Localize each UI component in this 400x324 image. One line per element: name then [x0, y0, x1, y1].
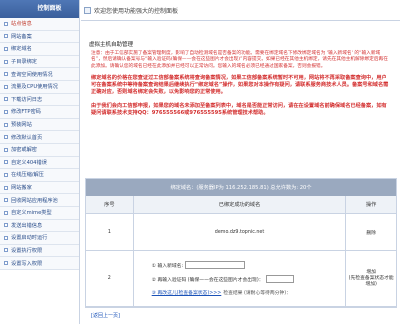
sidebar-item[interactable]: 自定义mime类型 — [0, 206, 79, 220]
menu-bullet-icon — [4, 235, 8, 240]
new-domain-field-row: ① 输入新域名: — [151, 261, 246, 269]
sidebar-item-label: 网站备案 — [11, 33, 32, 40]
menu-bullet-icon — [4, 21, 8, 26]
section-title: 虚拟主机自助管理 — [89, 42, 134, 48]
menu-bullet-icon — [4, 198, 8, 203]
menu-bullet-icon — [4, 210, 8, 215]
sidebar-item[interactable]: 设置启动时运行 — [0, 232, 79, 245]
menu-bullet-icon — [4, 109, 8, 114]
menu-bullet-icon — [4, 97, 8, 102]
sidebar-item-label: 查询空间使用情况 — [11, 71, 53, 78]
sidebar-item-label: 回收网站应用程序池 — [11, 197, 58, 204]
main-content: 虚拟主机自助管理 注意：由于工信部实施了备案管理制度，影响了自动检测域名是否备案… — [83, 22, 397, 322]
sidebar-item-label: 预装网站 — [11, 122, 32, 129]
table-column-row: 序号 已绑定成功的域名 操作 — [86, 196, 396, 214]
sidebar-item[interactable]: 下载访问日志 — [0, 93, 79, 107]
sidebar-item[interactable]: 预装网站 — [0, 118, 79, 132]
row-domain: demo.dz9.topnic.net — [134, 214, 347, 250]
sidebar-item[interactable]: 在线压缩/解压 — [0, 169, 79, 182]
menu-bullet-icon — [4, 59, 8, 64]
column-index: 序号 — [86, 196, 134, 213]
menu-bullet-icon — [4, 122, 8, 127]
sidebar-item[interactable]: 自定义404错误 — [0, 156, 79, 170]
sidebar-item-label: 流量及CPU使用情况 — [11, 84, 58, 91]
menu-bullet-icon — [4, 34, 8, 39]
sidebar-item-label: 子目录绑定 — [11, 59, 37, 66]
captcha-input[interactable] — [265, 275, 294, 283]
sidebar-item-label: 修改默认首页 — [11, 134, 43, 141]
check-field-row: ③ 再改这儿(检查备案状态)>>> 检查结果 (请耐心等待两分钟)： — [152, 289, 291, 296]
sidebar-item[interactable]: 加密或解密 — [0, 143, 79, 157]
domain-table: 绑定域名：(服务器IP为 116.252.185.81) 总允许数为: 20个 … — [85, 178, 397, 308]
menu-bullet-icon — [4, 261, 8, 266]
sidebar-item[interactable]: 发送出错信息 — [0, 219, 79, 233]
sidebar-item-label: 设置写入权限 — [11, 260, 43, 267]
sidebar-item-label: 自定义404错误 — [11, 159, 47, 166]
sidebar-item[interactable]: 网站搬家 — [0, 181, 79, 195]
sidebar-item-label: 修改FTP密码 — [11, 109, 41, 116]
sidebar-item[interactable]: 网站备案 — [0, 30, 79, 44]
sidebar-header: 控制面板 — [0, 0, 79, 18]
sidebar-item-label: 在线压缩/解压 — [11, 172, 44, 179]
menu-bullet-icon — [4, 223, 8, 228]
sidebar-item-label: 发送出错信息 — [11, 222, 43, 229]
add-row-index: 2 — [86, 251, 134, 306]
sidebar: 控制面板 站点信息网站备案绑定域名子目录绑定查询空间使用情况 流量及CPU使用情况… — [0, 0, 80, 324]
topbar-title: 欢迎您使用功能强大的控制面板 — [94, 7, 179, 15]
notice-text: 注意：由于工信部实施了备案管理制度，影响了自动检测域名是否备案的功能。需要在绑定… — [91, 51, 388, 69]
menu-bullet-icon — [4, 84, 8, 89]
menu-bullet-icon — [4, 160, 8, 165]
sidebar-menu: 站点信息网站备案绑定域名子目录绑定查询空间使用情况 流量及CPU使用情况 下载访问日… — [0, 18, 79, 270]
row-index: 1 — [86, 214, 134, 250]
add-note: (先检查备案状态才能增加) — [348, 275, 394, 287]
menu-bullet-icon — [4, 185, 8, 190]
column-domain: 已绑定成功的域名 — [134, 196, 347, 213]
topbar: 欢迎您使用功能强大的控制面板 — [81, 0, 400, 21]
menu-bullet-icon — [4, 147, 8, 152]
sidebar-item-label: 加密或解密 — [11, 147, 37, 154]
captcha-label: ② 再输入验证码 (确保——会在这些图片才会出现)： — [151, 277, 264, 283]
table-header: 绑定域名：(服务器IP为 116.252.185.81) 总允许数为: 20个 — [86, 179, 396, 196]
add-domain-row: 2 ① 输入新域名: ② 再输入验证码 (确保——会在这些图片才会出现)： ③ … — [86, 251, 396, 307]
sidebar-item-label: 绑定域名 — [11, 46, 32, 53]
sidebar-item[interactable]: 绑定域名 — [0, 43, 79, 56]
menu-bullet-icon — [4, 46, 8, 51]
sidebar-item[interactable]: 设置执行权限 — [0, 244, 79, 258]
new-domain-input[interactable] — [185, 261, 246, 269]
sidebar-item[interactable]: 流量及CPU使用情况 — [0, 80, 79, 94]
sidebar-item-label: 下载访问日志 — [11, 96, 43, 103]
column-action: 操作 — [365, 202, 377, 208]
sidebar-item-label: 设置执行权限 — [11, 247, 43, 254]
captcha-field-row: ② 再输入验证码 (确保——会在这些图片才会出现)： — [152, 275, 294, 283]
back-link[interactable]: [返回上一页] — [91, 312, 120, 319]
menu-bullet-icon — [4, 248, 8, 253]
window-icon — [84, 6, 91, 14]
table-row: 1 demo.dz9.topnic.net 删除 — [86, 214, 396, 251]
check-record-link[interactable]: ③ 再改这儿(检查备案状态)>>> — [152, 289, 222, 296]
sidebar-item[interactable]: 设置写入权限 — [0, 257, 79, 270]
notice-bold-2: 由于我们会向工信部申报，如果您的域名未添加至备案列表中，域名是否能正常访问，请在… — [91, 103, 387, 117]
new-domain-label: ① 输入新域名: — [151, 263, 184, 269]
sidebar-item-label: 站点信息 — [11, 21, 32, 28]
sidebar-item[interactable]: 子目录绑定 — [0, 55, 79, 69]
menu-bullet-icon — [4, 172, 8, 177]
sidebar-item[interactable]: 站点信息 — [0, 18, 79, 31]
sidebar-item[interactable]: 修改默认首页 — [0, 131, 79, 144]
sidebar-item[interactable]: 查询空间使用情况 — [0, 68, 79, 81]
notice-bold-1: 绑定域名的价格在您查证过工信部备案系统将查询备案情况，如果工信部备案系统暂时不可… — [91, 74, 389, 96]
sidebar-item-label: 网站搬家 — [11, 185, 32, 192]
sidebar-item-label: 设置启动时运行 — [11, 235, 48, 242]
check-result-label: 检查结果 (请耐心等待两分钟)： — [223, 291, 291, 296]
menu-bullet-icon — [4, 135, 8, 140]
delete-button[interactable]: 删除 — [366, 229, 376, 236]
sidebar-item[interactable]: 修改FTP密码 — [0, 106, 79, 119]
menu-bullet-icon — [4, 72, 8, 77]
sidebar-item-label: 自定义mime类型 — [11, 210, 52, 217]
sidebar-item[interactable]: 回收网站应用程序池 — [0, 194, 79, 207]
